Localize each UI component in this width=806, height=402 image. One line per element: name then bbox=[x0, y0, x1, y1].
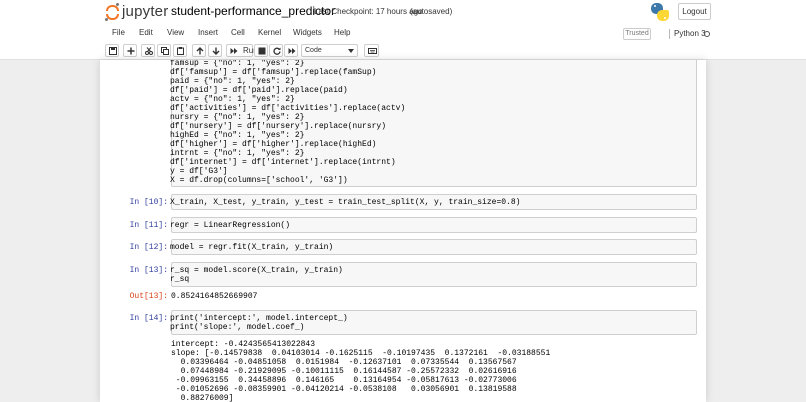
logout-button[interactable]: Logout bbox=[678, 3, 711, 20]
stop-button[interactable] bbox=[254, 44, 268, 57]
cell-prompt: In [14]: bbox=[129, 314, 168, 323]
add-cell-icon bbox=[127, 47, 135, 55]
checkpoint-status: Last Checkpoint: 17 hours ago bbox=[314, 7, 423, 16]
save-button[interactable] bbox=[105, 44, 119, 57]
paste-button[interactable] bbox=[173, 44, 187, 57]
toolbar: Run bbox=[0, 42, 806, 60]
copy-button[interactable] bbox=[157, 44, 171, 57]
code-line: intrnt = {"no": 1, "yes": 2} bbox=[170, 149, 305, 158]
code-line: model = regr.fit(X_train, y_train) bbox=[170, 243, 334, 252]
code-line: famsup = {"no": 1, "yes": 2} bbox=[170, 60, 305, 68]
code-line: y = df['G3'] bbox=[170, 167, 228, 176]
restart-icon bbox=[273, 47, 281, 55]
logo-dot bbox=[105, 18, 108, 21]
kernel-idle-icon bbox=[704, 31, 710, 37]
code-line: df['higher'] = df['higher'].replace(high… bbox=[170, 140, 377, 149]
cut-icon bbox=[145, 47, 153, 55]
cell-output: 0.8524164852669907 bbox=[171, 292, 258, 301]
move-down-button[interactable] bbox=[208, 44, 222, 57]
notebook-container: famsup = {"no": 1, "yes": 2} df['famsup']… bbox=[100, 60, 706, 402]
code-line: paid = {"no": 1, "yes": 2} bbox=[170, 77, 295, 86]
cell-prompt: In [12]: bbox=[129, 243, 168, 252]
code-line: r_sq = model.score(X_train, y_train) bbox=[170, 266, 343, 275]
move-up-icon bbox=[196, 47, 204, 55]
code-line: X = df.drop(columns=['school', 'G3']) bbox=[170, 176, 348, 185]
cell-type-select[interactable]: Code bbox=[301, 44, 358, 57]
run-icon bbox=[230, 48, 238, 54]
run-button[interactable]: Run bbox=[226, 44, 258, 57]
output-prompt: Out[13]: bbox=[129, 292, 168, 301]
kernel-name[interactable]: Python 3 bbox=[674, 29, 706, 38]
cell-type-value: Code bbox=[305, 47, 322, 54]
logo-dot bbox=[116, 3, 119, 6]
cell-prompt: In [10]: bbox=[129, 198, 168, 207]
cell-output-line: intercept: -0.4243565413022843 bbox=[171, 340, 316, 349]
chevron-down-icon bbox=[348, 49, 354, 53]
cell-prompt: In [11]: bbox=[129, 221, 168, 230]
cell-output-line: 0.88276009] bbox=[171, 394, 234, 402]
code-line: print('slope:', model.coef_) bbox=[170, 323, 305, 332]
menu-view[interactable]: View bbox=[167, 28, 184, 37]
code-line: df['activities'] = df['activities'].repl… bbox=[170, 104, 406, 113]
code-line: df['famsup'] = df['famsup'].replace(famS… bbox=[170, 68, 377, 77]
code-line: highEd = {"no": 1, "yes": 2} bbox=[170, 131, 305, 140]
move-down-icon bbox=[212, 47, 220, 55]
command-palette-button[interactable] bbox=[364, 44, 379, 57]
code-line: r_sq bbox=[170, 275, 190, 284]
menu-insert[interactable]: Insert bbox=[198, 28, 218, 37]
fast-forward-icon bbox=[288, 48, 296, 54]
cell-output-line: slope: [-0.14579838 0.04103014 -0.162511… bbox=[171, 349, 551, 358]
code-line: regr = LinearRegression() bbox=[170, 221, 291, 230]
menu-kernel[interactable]: Kernel bbox=[258, 28, 281, 37]
code-line: print('intercept:', model.intercept_) bbox=[170, 314, 348, 323]
cut-button[interactable] bbox=[141, 44, 155, 57]
add-cell-button[interactable] bbox=[123, 44, 137, 57]
paste-icon bbox=[177, 47, 184, 55]
keyboard-icon bbox=[368, 48, 377, 54]
cell-output-line: 0.07448984 -0.21929095 -0.10011115 0.161… bbox=[171, 367, 517, 376]
trusted-indicator[interactable]: Trusted bbox=[623, 28, 651, 40]
menu-edit[interactable]: Edit bbox=[139, 28, 153, 37]
cell-output-line: -0.01052696 -0.08359901 -0.04120214 -0.0… bbox=[171, 385, 517, 394]
menu-help[interactable]: Help bbox=[334, 28, 350, 37]
stop-icon bbox=[258, 47, 266, 55]
code-line: actv = {"no": 1, "yes": 2} bbox=[170, 95, 295, 104]
code-line: df['nursery'] = df['nursery'].replace(nu… bbox=[170, 122, 387, 131]
notebook-name[interactable]: student-performance_predictor bbox=[171, 4, 335, 18]
menu-file[interactable]: File bbox=[112, 28, 125, 37]
cell-output-line: 0.03396464 -0.04851058 0.0151984 -0.1263… bbox=[171, 358, 517, 367]
code-line: df['internet'] = df['internet'].replace(… bbox=[170, 158, 396, 167]
code-line: df['paid'] = df['paid'].replace(paid) bbox=[170, 86, 348, 95]
menu-cell[interactable]: Cell bbox=[231, 28, 245, 37]
copy-icon bbox=[161, 47, 169, 55]
code-line: X_train, X_test, y_train, y_test = train… bbox=[170, 198, 521, 207]
restart-run-all-button[interactable] bbox=[284, 44, 298, 57]
cell-prompt: In [13]: bbox=[129, 266, 168, 275]
code-line: nursry = {"no": 1, "yes": 2} bbox=[170, 113, 305, 122]
menu-widgets[interactable]: Widgets bbox=[293, 28, 322, 37]
header: jupyter student-performance_predictor La… bbox=[0, 0, 806, 25]
restart-button[interactable] bbox=[269, 44, 283, 57]
python-logo-icon bbox=[651, 3, 669, 21]
cell-output-line: -0.09963155 0.34458896 0.146165 0.131649… bbox=[171, 376, 517, 385]
move-up-button[interactable] bbox=[192, 44, 206, 57]
jupyter-logo[interactable]: jupyter bbox=[104, 3, 168, 22]
save-icon bbox=[109, 47, 117, 55]
code-cell-top: famsup = {"no": 1, "yes": 2} df['famsup']… bbox=[170, 60, 696, 185]
autosave-status: (autosaved) bbox=[410, 7, 453, 16]
kernel-separator bbox=[669, 29, 670, 39]
logo-text: jupyter bbox=[122, 3, 169, 20]
